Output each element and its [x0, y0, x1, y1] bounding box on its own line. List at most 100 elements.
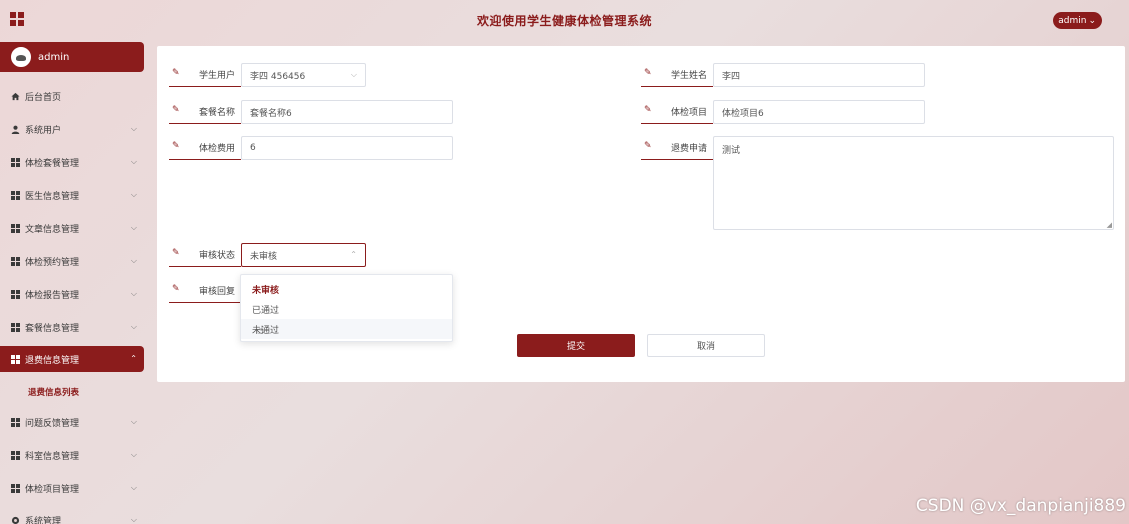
field-label: ✎ 学生姓名 — [641, 63, 713, 87]
dropdown-option[interactable]: 未审核 — [241, 279, 452, 299]
chevron-down-icon: ⌵ — [130, 256, 137, 265]
field-student-name: ✎ 学生姓名 李四 — [641, 63, 925, 87]
package-name-input[interactable]: 套餐名称6 — [241, 100, 453, 124]
pen-icon: ✎ — [172, 68, 180, 78]
review-status-dropdown: 未审核 已通过 未通过 — [240, 274, 453, 342]
exam-fee-input[interactable]: 6 — [241, 136, 453, 160]
field-label: ✎ 体检项目 — [641, 100, 713, 124]
field-refund-request: ✎ 退费申请 测试 ◢ — [641, 136, 1114, 230]
chevron-down-icon: ⌵ — [130, 417, 137, 426]
sidebar-item-label: 系统用户 — [25, 125, 62, 136]
pen-icon: ✎ — [172, 105, 180, 115]
sidebar-item-feedback[interactable]: 问题反馈管理 ⌵ — [0, 409, 144, 435]
user-menu-label: admin — [1058, 15, 1087, 26]
dropdown-option[interactable]: 已通过 — [241, 299, 452, 319]
sidebar-item-exam-packages[interactable]: 体检套餐管理 ⌵ — [0, 149, 144, 175]
sidebar-item-label: 问题反馈管理 — [25, 418, 80, 429]
sidebar-item-label: 系统管理 — [25, 516, 62, 524]
field-exam-fee: ✎ 体检费用 6 — [169, 136, 453, 160]
watermark: CSDN @vx_danpianji889 — [915, 496, 1126, 516]
field-exam-item: ✎ 体检项目 体检项目6 — [641, 100, 925, 124]
sidebar-item-system[interactable]: 系统管理 ⌵ — [0, 507, 144, 524]
menu-toggle-icon[interactable] — [10, 12, 24, 26]
avatar — [11, 47, 31, 67]
grid-icon — [11, 157, 20, 167]
sidebar-item-label: 科室信息管理 — [25, 451, 80, 462]
sidebar-item-label: 体检报告管理 — [25, 290, 80, 301]
dropdown-option[interactable]: 未通过 — [241, 319, 452, 339]
top-header: 欢迎使用学生健康体检管理系统 admin ⌄ — [0, 0, 1129, 40]
sidebar-item-package-info[interactable]: 套餐信息管理 ⌵ — [0, 314, 144, 340]
sidebar-item-label: 体检项目管理 — [25, 484, 80, 495]
grid-icon — [11, 417, 20, 427]
sidebar-item-label: 退费信息管理 — [25, 355, 80, 366]
field-label: ✎ 退费申请 — [641, 136, 713, 160]
field-student-user: ✎ 学生用户 李四 456456 ⌵ — [169, 63, 366, 87]
sidebar-item-reports[interactable]: 体检报告管理 ⌵ — [0, 281, 144, 307]
grid-icon — [11, 190, 20, 200]
user-icon — [11, 125, 20, 134]
sidebar-item-home[interactable]: 后台首页 — [0, 83, 144, 109]
grid-icon — [11, 483, 20, 493]
sidebar-item-doctors[interactable]: 医生信息管理 ⌵ — [0, 182, 144, 208]
resize-handle-icon[interactable]: ◢ — [1107, 221, 1112, 229]
sidebar-item-system-users[interactable]: 系统用户 ⌵ — [0, 116, 144, 142]
app-title: 欢迎使用学生健康体检管理系统 — [476, 13, 652, 28]
user-menu-button[interactable]: admin ⌄ — [1053, 12, 1102, 29]
sidebar-item-label: 体检套餐管理 — [25, 158, 80, 169]
student-user-select[interactable]: 李四 456456 ⌵ — [241, 63, 366, 87]
pen-icon: ✎ — [644, 105, 652, 115]
refund-request-textarea[interactable]: 测试 ◢ — [713, 136, 1114, 230]
chevron-up-icon: ⌃ — [130, 354, 137, 363]
chevron-down-icon: ⌵ — [130, 157, 137, 166]
sidebar-item-label: 后台首页 — [25, 92, 62, 103]
field-review-reply: ✎ 审核回复 — [169, 279, 241, 303]
student-name-input[interactable]: 李四 — [713, 63, 925, 87]
exam-item-input[interactable]: 体检项目6 — [713, 100, 925, 124]
sidebar-subitem-refund-list[interactable]: 退费信息列表 — [28, 386, 79, 398]
field-review-status: ✎ 审核状态 未审核 ⌃ — [169, 243, 366, 267]
cancel-button[interactable]: 取消 — [647, 334, 765, 357]
sidebar-item-label: 文章信息管理 — [25, 224, 80, 235]
field-label: ✎ 套餐名称 — [169, 100, 241, 124]
field-label: ✎ 审核状态 — [169, 243, 241, 267]
grid-icon — [11, 289, 20, 299]
pointer-cursor-icon: ☝ — [257, 324, 264, 337]
sidebar-item-departments[interactable]: 科室信息管理 ⌵ — [0, 442, 144, 468]
grid-icon — [11, 450, 20, 460]
sidebar-item-refunds[interactable]: 退费信息管理 ⌃ — [0, 346, 144, 372]
gear-icon — [11, 516, 20, 524]
chevron-down-icon: ⌵ — [350, 70, 357, 79]
sidebar-item-label: 套餐信息管理 — [25, 323, 80, 334]
chevron-down-icon: ⌵ — [130, 322, 137, 331]
pen-icon: ✎ — [644, 68, 652, 78]
chevron-down-icon: ⌵ — [130, 190, 137, 199]
field-package-name: ✎ 套餐名称 套餐名称6 — [169, 100, 453, 124]
chevron-down-icon: ⌵ — [130, 124, 137, 133]
profile-username: admin — [38, 51, 70, 63]
chevron-down-icon: ⌵ — [130, 483, 137, 492]
grid-icon — [11, 322, 20, 332]
chevron-up-icon: ⌃ — [350, 250, 357, 259]
review-status-select[interactable]: 未审核 ⌃ — [241, 243, 366, 267]
grid-icon — [11, 354, 20, 364]
sidebar-item-label: 医生信息管理 — [25, 191, 80, 202]
chevron-down-icon: ⌵ — [130, 515, 137, 524]
sidebar-item-articles[interactable]: 文章信息管理 ⌵ — [0, 215, 144, 241]
grid-icon — [11, 256, 20, 266]
submit-button[interactable]: 提交 — [517, 334, 635, 357]
grid-icon — [11, 223, 20, 233]
field-label: ✎ 审核回复 — [169, 279, 241, 303]
chevron-down-icon: ⌵ — [130, 289, 137, 298]
pen-icon: ✎ — [172, 141, 180, 151]
field-label: ✎ 体检费用 — [169, 136, 241, 160]
sidebar-item-appointments[interactable]: 体检预约管理 ⌵ — [0, 248, 144, 274]
chevron-down-icon: ⌵ — [130, 223, 137, 232]
home-icon — [11, 92, 20, 101]
chevron-down-icon: ⌵ — [130, 450, 137, 459]
sidebar-item-exam-items[interactable]: 体检项目管理 ⌵ — [0, 475, 144, 501]
chevron-down-icon: ⌄ — [1088, 15, 1096, 26]
field-label: ✎ 学生用户 — [169, 63, 241, 87]
pen-icon: ✎ — [172, 284, 180, 294]
sidebar-item-label: 体检预约管理 — [25, 257, 80, 268]
